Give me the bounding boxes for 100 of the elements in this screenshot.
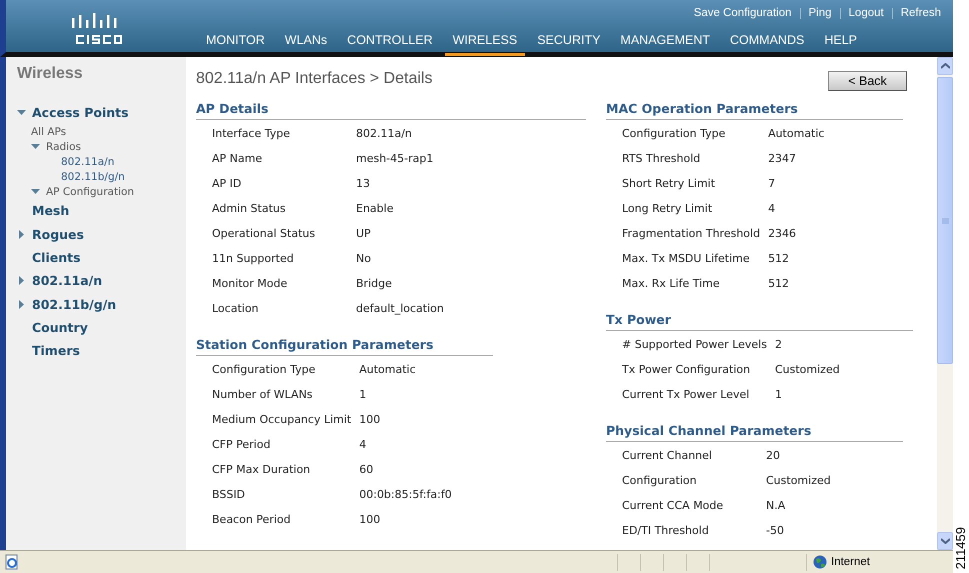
- field-label: Max. Rx Life Time: [622, 277, 721, 292]
- nav-tab[interactable]: SECURITY: [529, 30, 608, 56]
- field-value: 100: [359, 413, 382, 428]
- page-title: 802.11a/n AP Interfaces > Details: [196, 70, 432, 88]
- field-label: Tx Power Configuration: [622, 363, 752, 378]
- scroll-up-icon[interactable]: [940, 63, 950, 69]
- section-heading: Station Configuration Parameters: [196, 337, 493, 356]
- sidebar-item[interactable]: Rogues: [32, 226, 84, 242]
- field-value: 2346: [768, 227, 798, 242]
- field-label: Short Retry Limit: [622, 177, 716, 192]
- field-value: 13: [356, 177, 371, 192]
- field-value: UP: [356, 227, 372, 242]
- field-label: Location: [212, 302, 260, 317]
- collapsed-arrow-icon[interactable]: [17, 300, 26, 309]
- header-link[interactable]: Logout: [848, 7, 884, 19]
- field-value: Customized: [766, 474, 831, 489]
- field-label: Configuration: [622, 474, 698, 489]
- header-link[interactable]: Ping: [808, 7, 832, 19]
- sidebar-item[interactable]: Clients: [32, 250, 81, 266]
- field-label: AP ID: [212, 177, 242, 192]
- sidebar-item[interactable]: 802.11a/n: [32, 273, 102, 288]
- field-value: 4: [359, 438, 368, 453]
- header-link[interactable]: Save Configuration: [694, 7, 792, 19]
- field-label: # Supported Power Levels: [622, 338, 767, 353]
- sidebar-item[interactable]: 802.11b/g/n: [32, 296, 116, 312]
- sidebar-item[interactable]: Access Points: [32, 105, 129, 120]
- sidebar-title: Wireless: [17, 65, 84, 83]
- field-label: CFP Period: [212, 438, 272, 453]
- expanded-arrow-icon[interactable]: [17, 108, 26, 118]
- nav-tab[interactable]: COMMANDS: [722, 30, 812, 56]
- nav-tab[interactable]: WIRELESS: [444, 30, 526, 56]
- security-zone: Internet: [831, 556, 870, 568]
- field-value: Bridge: [356, 277, 393, 292]
- field-label: Current CCA Mode: [622, 499, 724, 514]
- field-label: Beacon Period: [212, 513, 292, 528]
- field-label: 11n Supported: [212, 252, 295, 267]
- globe-icon: [813, 555, 827, 569]
- field-value: 7: [768, 177, 776, 192]
- field-label: ED/TI Threshold: [622, 524, 710, 539]
- sidebar-subitem[interactable]: All APs: [31, 126, 66, 138]
- field-value: 1: [774, 388, 783, 403]
- field-value: Enable: [356, 202, 394, 217]
- field-label: CFP Max Duration: [212, 463, 312, 478]
- figure-number: 211459: [954, 526, 968, 569]
- field-label: AP Name: [212, 152, 264, 167]
- field-label: Operational Status: [212, 227, 316, 242]
- field-value: mesh-45-rap1: [356, 152, 434, 167]
- field-label: Configuration Type: [622, 127, 726, 142]
- field-value: 100: [359, 513, 382, 528]
- section-heading: Physical Channel Parameters: [606, 423, 903, 442]
- sidebar-subitem[interactable]: AP Configuration: [46, 186, 134, 198]
- sidebar-item[interactable]: Mesh: [32, 203, 70, 218]
- sidebar-item[interactable]: Country: [32, 320, 88, 335]
- field-value: default_location: [356, 302, 444, 317]
- nav-tab[interactable]: HELP: [816, 30, 865, 56]
- section-heading: Tx Power: [606, 312, 913, 331]
- field-value: Automatic: [359, 363, 417, 378]
- field-label: Monitor Mode: [212, 277, 288, 292]
- field-value: 00:0b:85:5f:fa:f0: [359, 488, 452, 503]
- sidebar-subitem[interactable]: Radios: [46, 140, 81, 153]
- field-value: No: [356, 252, 372, 267]
- nav-tab[interactable]: WLANs: [276, 30, 336, 56]
- field-value: -50: [766, 524, 785, 539]
- section-heading: AP Details: [196, 101, 586, 120]
- page-icon: [4, 554, 20, 570]
- field-label: BSSID: [212, 488, 246, 503]
- field-value: 2347: [768, 152, 798, 167]
- nav-tab[interactable]: MONITOR: [198, 30, 273, 56]
- header-link[interactable]: Refresh: [900, 7, 941, 19]
- sidebar-item[interactable]: Timers: [32, 343, 80, 358]
- back-button[interactable]: < Back: [828, 71, 907, 91]
- field-value: Automatic: [768, 127, 824, 142]
- field-value: 512: [768, 252, 790, 267]
- field-label: Fragmentation Threshold: [622, 227, 760, 242]
- collapsed-arrow-icon[interactable]: [17, 230, 26, 239]
- field-label: Interface Type: [212, 127, 292, 142]
- collapsed-arrow-icon[interactable]: [17, 276, 26, 286]
- nav-tab[interactable]: CONTROLLER: [339, 30, 441, 56]
- field-label: Long Retry Limit: [622, 202, 714, 217]
- field-value: 2: [774, 338, 783, 353]
- field-label: Current Tx Power Level: [622, 388, 750, 403]
- expanded-arrow-icon[interactable]: [31, 142, 40, 152]
- scrollbar[interactable]: [937, 57, 953, 550]
- section-heading: MAC Operation Parameters: [606, 101, 903, 120]
- field-value: 1: [359, 388, 368, 403]
- field-label: Medium Occupancy Limit: [212, 413, 352, 428]
- field-label: Number of WLANs: [212, 388, 314, 403]
- field-label: Admin Status: [212, 202, 287, 217]
- field-value: 60: [359, 463, 374, 478]
- sidebar-subitem[interactable]: 802.11a/n: [61, 156, 114, 168]
- field-value: 802.11a/n: [356, 127, 413, 142]
- nav-tab[interactable]: MANAGEMENT: [612, 30, 718, 56]
- expanded-arrow-icon[interactable]: [31, 187, 40, 196]
- scroll-down-icon[interactable]: [940, 538, 950, 544]
- field-value: 20: [766, 449, 781, 464]
- field-label: Current Channel: [622, 449, 713, 464]
- field-value: Customized: [774, 363, 840, 378]
- sidebar-subitem[interactable]: 802.11b/g/n: [61, 170, 125, 183]
- field-value: N.A: [766, 499, 786, 514]
- field-label: Configuration Type: [212, 363, 316, 378]
